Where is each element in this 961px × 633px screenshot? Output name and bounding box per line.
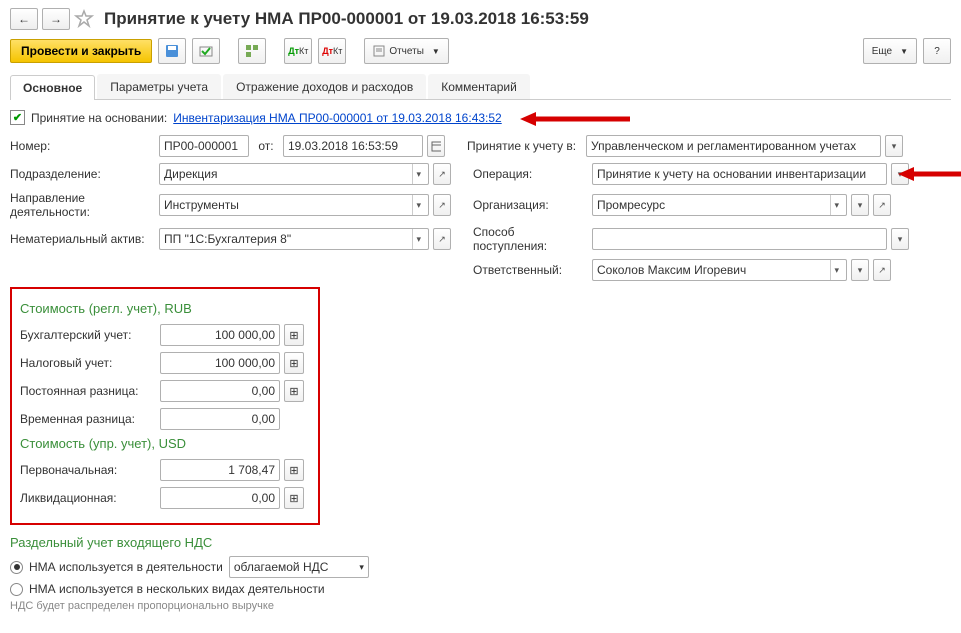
page-title: Принятие к учету НМА ПР00-000001 от 19.0…	[104, 9, 589, 29]
tab-main[interactable]: Основное	[10, 75, 95, 100]
cost-reg-header: Стоимость (регл. учет), RUB	[20, 301, 308, 316]
liq-label: Ликвидационная:	[16, 491, 156, 505]
date-field[interactable]: 19.03.2018 16:53:59	[283, 135, 423, 157]
accounting-dd[interactable]: ▾	[885, 135, 903, 157]
basis-label: Принятие на основании:	[31, 111, 167, 125]
tab-params[interactable]: Параметры учета	[97, 74, 221, 99]
chevron-down-icon[interactable]: ▾	[830, 260, 842, 280]
responsible-field[interactable]: Соколов Максим Игоревич▾	[592, 259, 847, 281]
back-button[interactable]: ←	[10, 8, 38, 30]
cost-upr-header: Стоимость (упр. учет), USD	[20, 436, 308, 451]
chevron-down-icon[interactable]: ▾	[412, 164, 424, 184]
init-label: Первоначальная:	[16, 463, 156, 477]
vat-header: Раздельный учет входящего НДС	[10, 535, 951, 550]
vat-opt2-radio[interactable]	[10, 583, 23, 596]
more-dropdown[interactable]: Еще▼	[863, 38, 917, 64]
buh-label: Бухгалтерский учет:	[16, 328, 156, 342]
calc-icon[interactable]: ⊞	[284, 380, 304, 402]
liq-field[interactable]: 0,00	[160, 487, 280, 509]
reports-dropdown[interactable]: Отчеты▼	[364, 38, 449, 64]
dtkt-red-button[interactable]: ДтКт	[318, 38, 346, 64]
activity-label: Направление деятельности:	[10, 191, 155, 219]
temp-label: Временная разница:	[16, 412, 156, 426]
chevron-down-icon[interactable]: ▾	[412, 195, 424, 215]
vat-opt1-radio[interactable]	[10, 561, 23, 574]
accounting-label: Принятие к учету в:	[467, 139, 582, 153]
calc-icon[interactable]: ⊞	[284, 324, 304, 346]
tab-income[interactable]: Отражение доходов и расходов	[223, 74, 426, 99]
responsible-dd[interactable]: ▾	[851, 259, 869, 281]
responsible-label: Ответственный:	[473, 263, 588, 277]
receipt-dd[interactable]: ▾	[891, 228, 909, 250]
calendar-button[interactable]	[427, 135, 445, 157]
init-field[interactable]: 1 708,47	[160, 459, 280, 481]
perm-field[interactable]: 0,00	[160, 380, 280, 402]
date-from-label: от:	[253, 139, 279, 153]
forward-button[interactable]: →	[42, 8, 70, 30]
tax-field[interactable]: 100 000,00	[160, 352, 280, 374]
vat-opt1-label: НМА используется в деятельности	[29, 560, 223, 574]
number-label: Номер:	[10, 139, 155, 153]
org-dd[interactable]: ▾	[851, 194, 869, 216]
vat-opt2-label: НМА используется в нескольких видах деят…	[29, 582, 325, 596]
dept-field[interactable]: Дирекция▾	[159, 163, 429, 185]
calc-icon[interactable]: ⊞	[284, 459, 304, 481]
receipt-label: Способ поступления:	[473, 225, 588, 253]
operation-label: Операция:	[473, 167, 588, 181]
asset-open-button[interactable]: ↗	[433, 228, 451, 250]
header-bar: ← → Принятие к учету НМА ПР00-000001 от …	[10, 8, 951, 30]
tabs: Основное Параметры учета Отражение доход…	[10, 74, 951, 100]
calc-icon[interactable]: ⊞	[284, 352, 304, 374]
structure-button[interactable]	[238, 38, 266, 64]
accounting-field[interactable]: Управленческом и регламентированном учет…	[586, 135, 881, 157]
tax-label: Налоговый учет:	[16, 356, 156, 370]
annotation-arrow-1	[520, 110, 630, 128]
calc-icon[interactable]: ⊞	[284, 487, 304, 509]
post-and-close-button[interactable]: Провести и закрыть	[10, 39, 152, 63]
help-button[interactable]: ?	[923, 38, 951, 64]
chevron-down-icon: ▼	[900, 47, 908, 56]
responsible-open-button[interactable]: ↗	[873, 259, 891, 281]
number-field[interactable]: ПР00-000001	[159, 135, 249, 157]
org-open-button[interactable]: ↗	[873, 194, 891, 216]
org-label: Организация:	[473, 198, 588, 212]
asset-field[interactable]: ПП "1С:Бухгалтерия 8"▾	[159, 228, 429, 250]
vat-hint: НДС будет распределен пропорционально вы…	[10, 600, 951, 612]
annotation-arrow-2	[898, 165, 961, 183]
org-field[interactable]: Промресурс▾	[592, 194, 847, 216]
basis-checkbox[interactable]: ✔	[10, 110, 25, 125]
chevron-down-icon[interactable]: ▾	[412, 229, 424, 249]
basis-link[interactable]: Инвентаризация НМА ПР00-000001 от 19.03.…	[173, 111, 501, 125]
chevron-down-icon[interactable]: ▾	[830, 195, 842, 215]
perm-label: Постоянная разница:	[16, 384, 156, 398]
dept-open-button[interactable]: ↗	[433, 163, 451, 185]
dept-label: Подразделение:	[10, 167, 155, 181]
buh-field[interactable]: 100 000,00	[160, 324, 280, 346]
vat-opt1-select[interactable]: облагаемой НДС▾	[229, 556, 369, 578]
operation-field[interactable]: Принятие к учету на основании инвентариз…	[592, 163, 887, 185]
cost-highlighted-box: Стоимость (регл. учет), RUB Бухгалтерски…	[10, 287, 320, 525]
post-button[interactable]	[192, 38, 220, 64]
activity-field[interactable]: Инструменты▾	[159, 194, 429, 216]
receipt-field[interactable]	[592, 228, 887, 250]
save-button[interactable]	[158, 38, 186, 64]
asset-label: Нематериальный актив:	[10, 232, 155, 246]
favorite-star-icon[interactable]	[74, 9, 94, 29]
dtkt-green-button[interactable]: ДтКт	[284, 38, 312, 64]
toolbar: Провести и закрыть ДтКт ДтКт Отчеты▼ Еще…	[10, 38, 951, 64]
chevron-down-icon: ▼	[432, 47, 440, 56]
activity-open-button[interactable]: ↗	[433, 194, 451, 216]
tab-comment[interactable]: Комментарий	[428, 74, 530, 99]
temp-field[interactable]: 0,00	[160, 408, 280, 430]
